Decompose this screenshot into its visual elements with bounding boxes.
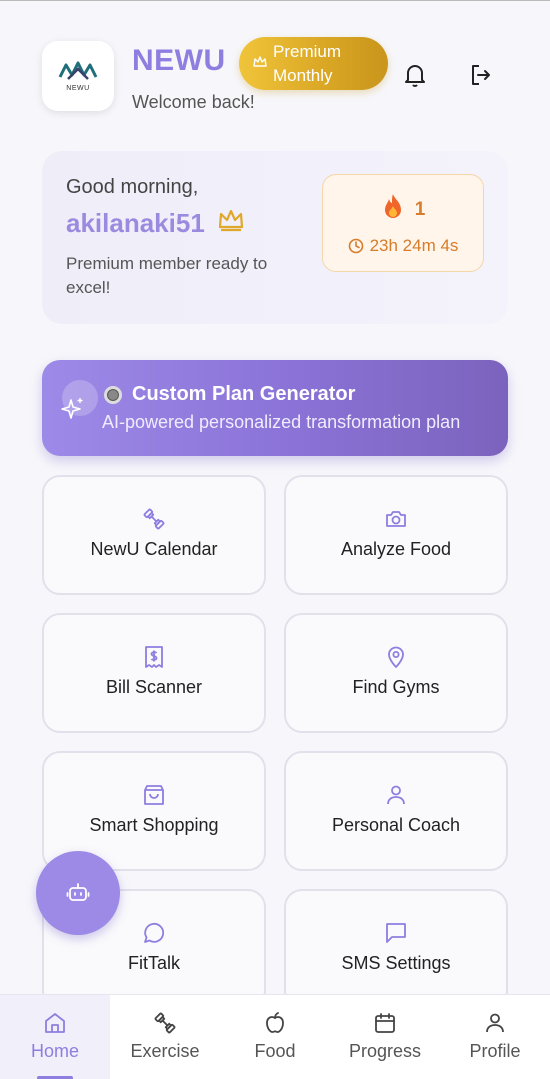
premium-plan-period: Monthly xyxy=(273,65,333,85)
status-divider xyxy=(0,0,550,1)
nav-progress[interactable]: Progress xyxy=(330,995,440,1079)
nav-label: Progress xyxy=(348,1041,422,1061)
logout-icon xyxy=(472,65,490,85)
nav-exercise[interactable]: Exercise xyxy=(110,995,220,1079)
streak-count: 1 xyxy=(414,198,426,220)
fire-icon xyxy=(381,193,405,226)
nav-profile[interactable]: Profile xyxy=(440,995,550,1079)
tile-bill-scanner[interactable]: Bill Scanner xyxy=(42,613,266,733)
bot-icon xyxy=(66,883,90,901)
record-dot-icon xyxy=(104,385,122,404)
clock-icon xyxy=(348,238,363,254)
tile-label: Bill Scanner xyxy=(105,677,203,697)
tile-label: Find Gyms xyxy=(352,677,440,697)
bell-icon xyxy=(405,65,425,87)
logo-mark-icon xyxy=(58,61,98,80)
username-row: akilanaki51 xyxy=(66,208,245,239)
nav-label: Exercise xyxy=(130,1041,200,1061)
tile-label: FitTalk xyxy=(127,953,180,973)
tile-analyze-food[interactable]: Analyze Food xyxy=(284,475,508,595)
tile-label: SMS Settings xyxy=(341,953,451,973)
logo-text: NEWU xyxy=(66,84,90,92)
ai-assistant-fab[interactable] xyxy=(36,851,120,935)
map-pin-icon xyxy=(388,646,404,668)
nav-home[interactable]: Home xyxy=(0,995,110,1079)
streak-timer: 23h 24m 4s xyxy=(369,236,459,255)
tile-label: Smart Shopping xyxy=(89,815,219,835)
tile-newu-calendar[interactable]: NewU Calendar xyxy=(42,475,266,595)
member-status-text: Premium member ready to excel! xyxy=(66,254,268,297)
tile-label: Analyze Food xyxy=(340,539,452,559)
user-icon xyxy=(486,1013,504,1033)
apple-icon xyxy=(266,1012,284,1033)
greeting-card: Good morning, akilanaki51 Premium member… xyxy=(42,151,508,324)
calendar-icon xyxy=(375,1013,395,1033)
logout-button[interactable] xyxy=(466,60,496,90)
camera-icon xyxy=(386,511,406,527)
chat-bubble-icon xyxy=(144,922,165,943)
tile-find-gyms[interactable]: Find Gyms xyxy=(284,613,508,733)
username: akilanaki51 xyxy=(66,208,205,238)
nav-label: Food xyxy=(254,1041,296,1061)
bottom-navigation: Home Exercise Food Progress Profile xyxy=(0,994,550,1079)
sparkle-icon xyxy=(60,396,86,427)
app-name: NEWU xyxy=(132,44,226,77)
plan-subtitle: AI-powered personalized transformation p… xyxy=(102,412,461,432)
tile-label: Personal Coach xyxy=(331,815,461,835)
streak-card[interactable]: 1 23h 24m 4s xyxy=(322,174,484,272)
dumbbell-icon xyxy=(154,1012,176,1034)
crown-icon xyxy=(217,208,245,239)
tile-personal-coach[interactable]: Personal Coach xyxy=(284,751,508,871)
crown-icon xyxy=(253,56,267,71)
premium-badge[interactable]: Premium Monthly xyxy=(239,37,388,90)
app-logo[interactable]: NEWU xyxy=(42,41,114,111)
user-icon xyxy=(387,785,405,805)
nav-food[interactable]: Food xyxy=(220,995,330,1079)
nav-label: Home xyxy=(30,1041,79,1061)
nav-label: Profile xyxy=(469,1041,521,1061)
custom-plan-generator-button[interactable]: Custom Plan Generator AI-powered persona… xyxy=(42,360,508,456)
home-icon xyxy=(45,1013,65,1033)
shopping-bag-icon xyxy=(144,785,164,805)
plan-title: Custom Plan Generator xyxy=(132,383,356,405)
welcome-text: Welcome back! xyxy=(132,92,255,112)
dumbbell-icon xyxy=(143,508,165,530)
tile-sms-settings[interactable]: SMS Settings xyxy=(284,889,508,1009)
notifications-button[interactable] xyxy=(400,60,430,90)
premium-plan-label: Premium xyxy=(273,41,342,61)
receipt-icon xyxy=(145,646,163,668)
greeting-text: Good morning, xyxy=(66,176,199,198)
tile-label: NewU Calendar xyxy=(90,539,218,559)
message-square-icon xyxy=(386,923,406,943)
